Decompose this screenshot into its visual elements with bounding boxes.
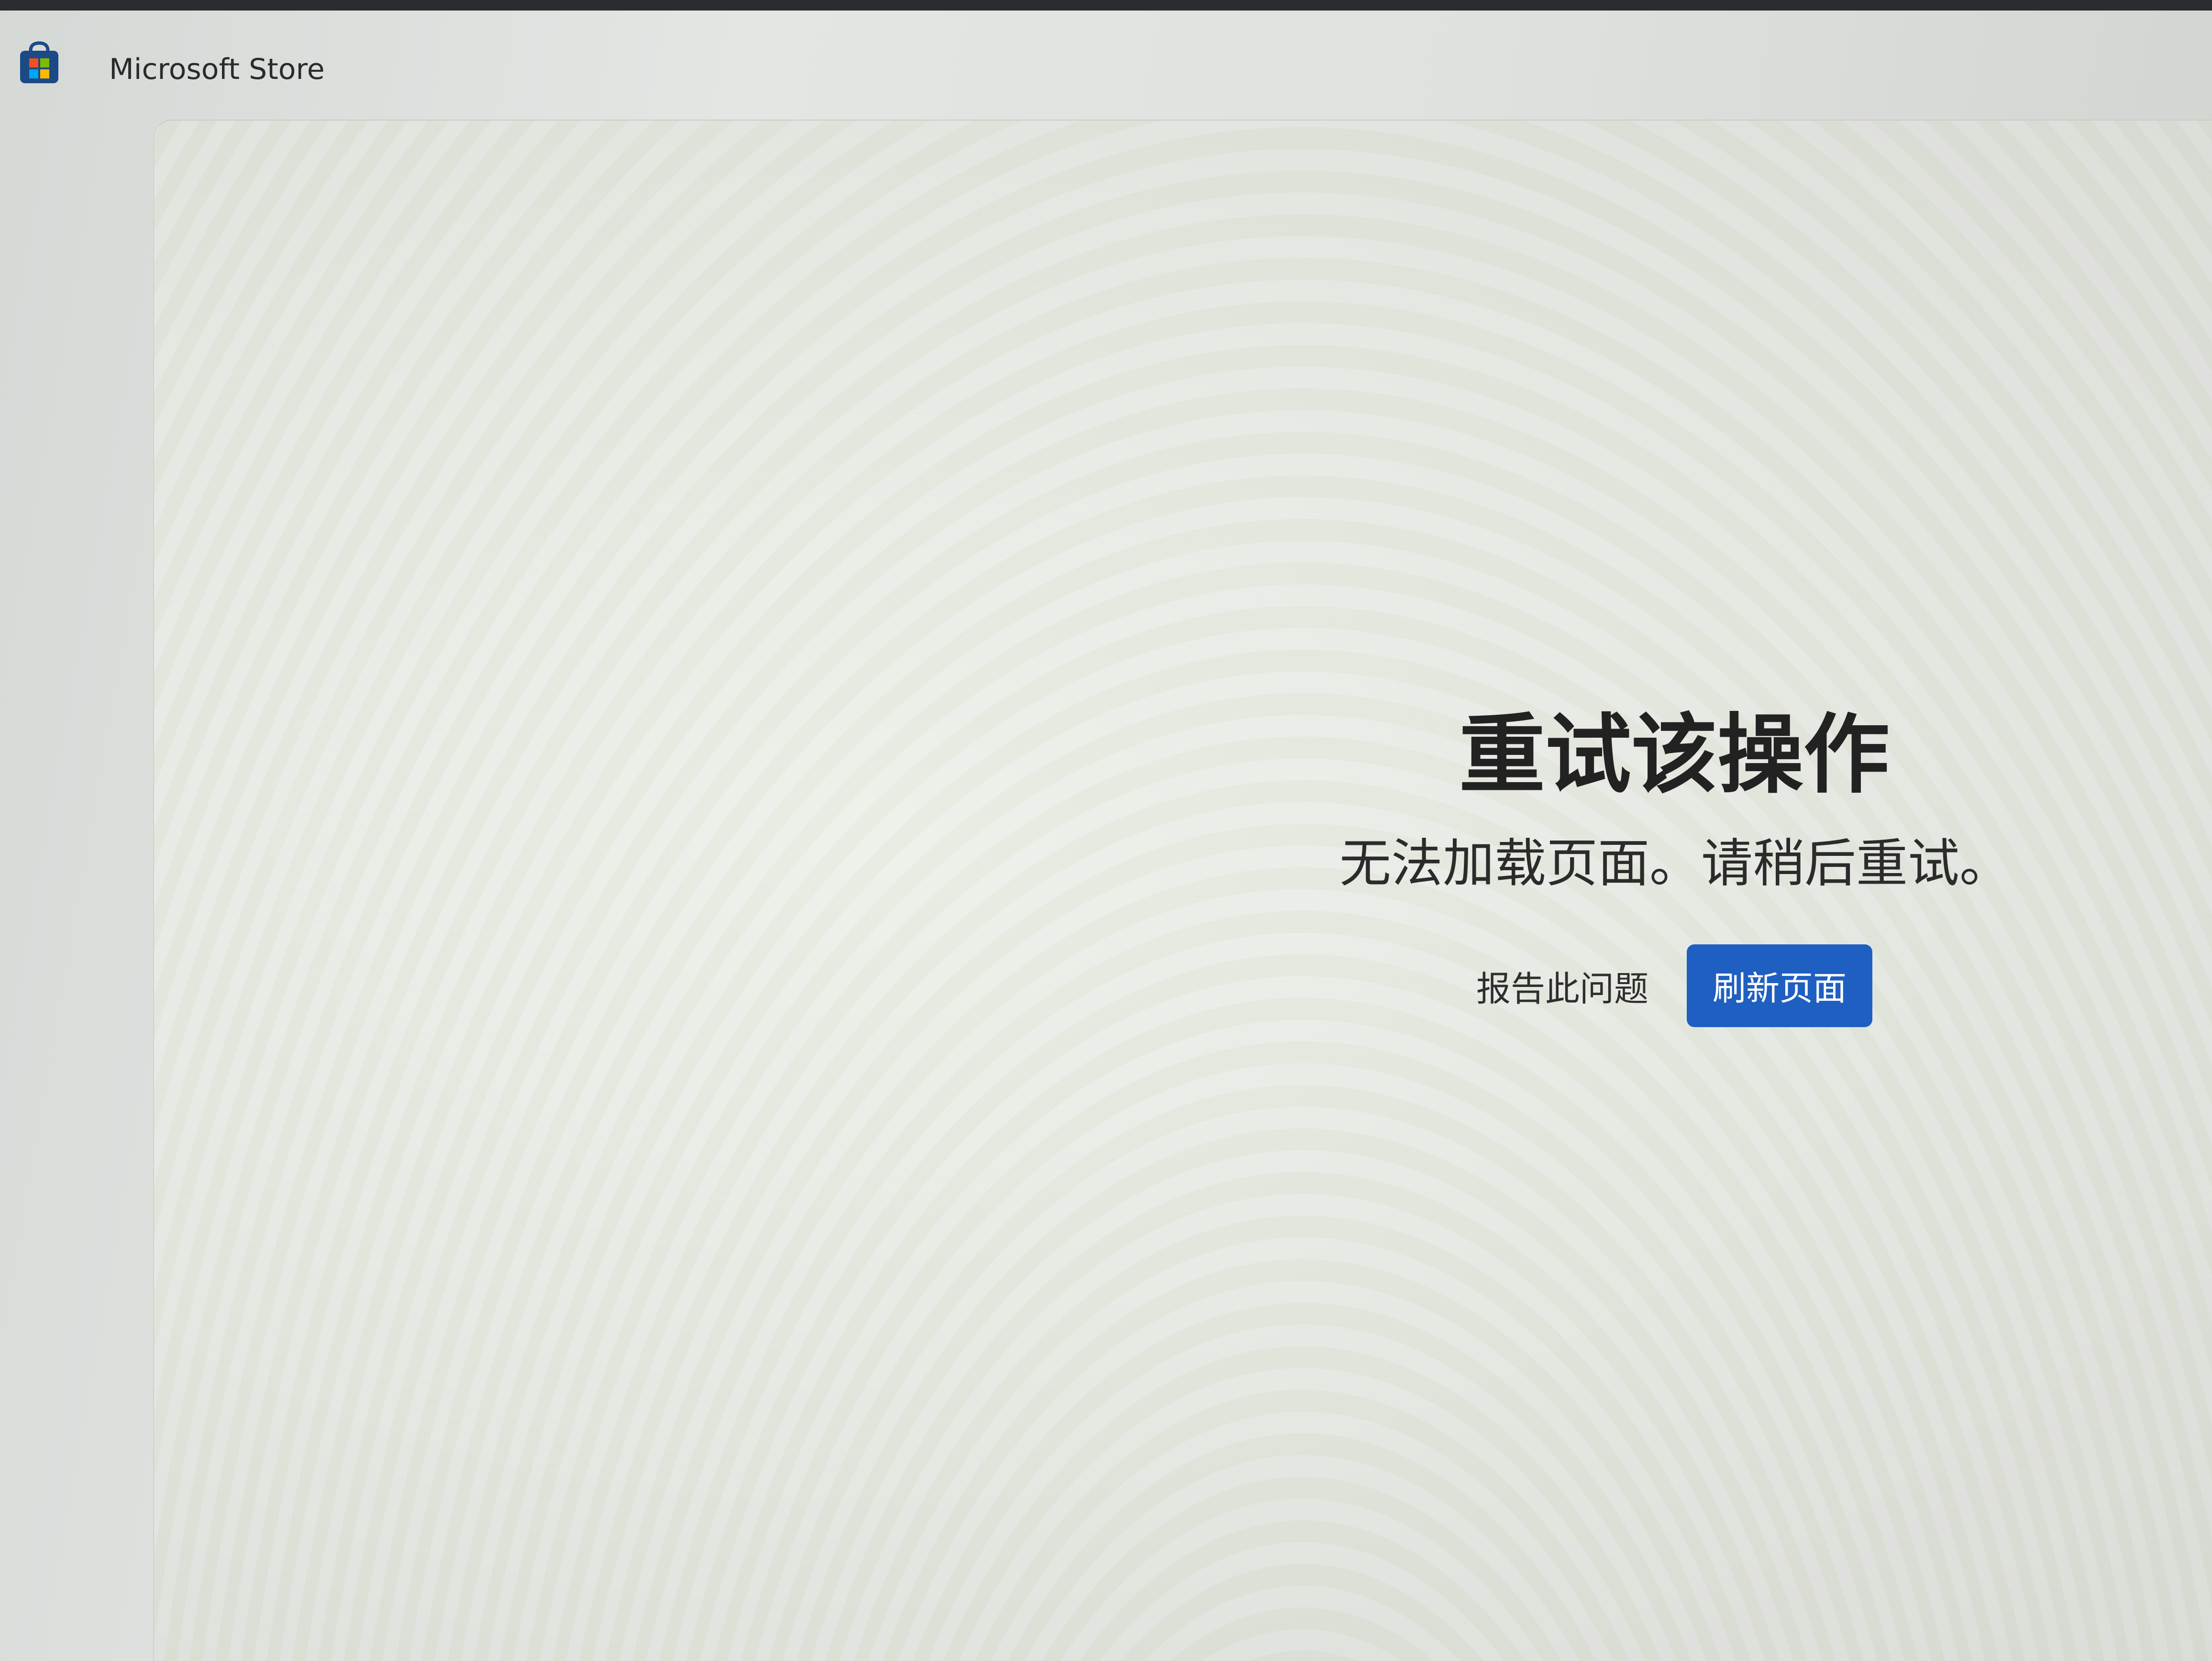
error-block: 重试该操作 无法加载页面。请稍后重试。 报告此问题 刷新页面 <box>1339 705 2012 1027</box>
store-bag-icon <box>16 40 62 86</box>
error-message: 无法加载页面。请稍后重试。 <box>1339 834 2012 894</box>
refresh-page-button[interactable]: 刷新页面 <box>1687 944 1872 1027</box>
error-actions: 报告此问题 刷新页面 <box>1339 944 2009 1027</box>
screen: Microsoft Store 重试该操作 无法加载页面。请稍后重试。 报告此问… <box>0 0 2212 1661</box>
top-bezel <box>0 0 2212 11</box>
error-title: 重试该操作 <box>1459 705 1890 805</box>
report-problem-link[interactable]: 报告此问题 <box>1476 961 1648 1011</box>
app-title: Microsoft Store <box>109 53 325 86</box>
title-bar: Microsoft Store <box>0 11 2212 116</box>
